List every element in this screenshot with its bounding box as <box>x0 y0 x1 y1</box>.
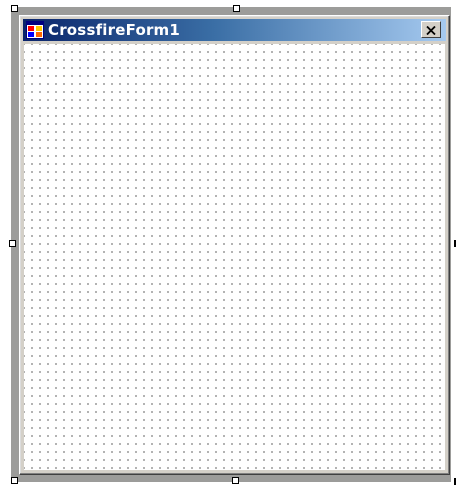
form-title: CrossfireForm1 <box>48 21 181 39</box>
form-client-area[interactable] <box>24 44 445 470</box>
resize-handle-bottom-left[interactable] <box>11 477 18 484</box>
resize-handle-top-left[interactable] <box>11 5 18 12</box>
close-icon <box>426 20 436 39</box>
resize-handle-top-middle[interactable] <box>233 5 240 12</box>
close-button[interactable] <box>421 21 441 38</box>
form-app-icon <box>26 21 44 39</box>
form-window[interactable]: CrossfireForm1 <box>19 15 450 475</box>
designer-surface: CrossfireForm1 <box>0 0 456 487</box>
resize-handle-middle-left[interactable] <box>9 240 16 247</box>
title-bar[interactable]: CrossfireForm1 <box>23 19 446 41</box>
resize-handle-bottom-middle[interactable] <box>232 477 239 484</box>
